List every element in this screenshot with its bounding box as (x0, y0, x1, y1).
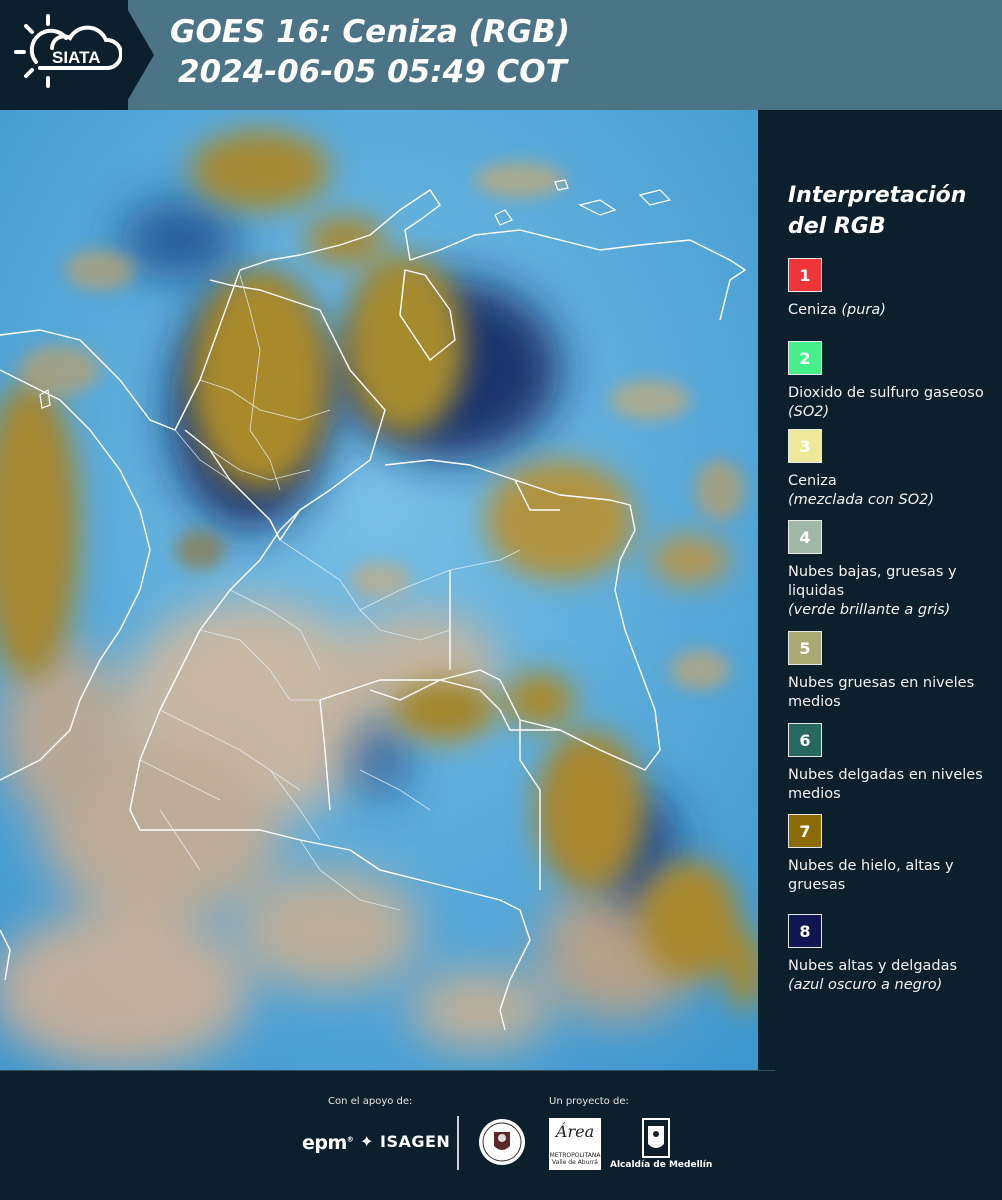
alcaldia-text: Alcaldía de Medellín (610, 1160, 713, 1170)
legend-swatch-4: 4 (788, 520, 822, 554)
legend-title: Interpretación del RGB (788, 183, 967, 239)
legend-label-5: Nubes gruesas en niveles medios (788, 674, 993, 712)
legend-item-7: 7 Nubes de hielo, altas y gruesas (788, 814, 993, 895)
footer-divider-line (0, 1070, 775, 1071)
legend-label-italic: (SO2) (788, 404, 830, 420)
alcaldia-shield-icon (642, 1118, 670, 1158)
footer-vertical-divider (457, 1116, 459, 1170)
legend-sublabel-4: (verde brillante a gris) (788, 602, 951, 618)
legend-label-text: Nubes delgadas en niveles medios (788, 767, 983, 802)
legend-swatch-5: 5 (788, 631, 822, 665)
isagen-star-icon: ✦ (360, 1132, 380, 1151)
footer: Con el apoyo de: Un proyecto de: epm® ✦ … (0, 1070, 1002, 1200)
legend-item-3: 3 Ceniza (mezclada con SO2) (788, 429, 993, 510)
legend-item-6: 6 Nubes delgadas en niveles medios (788, 723, 993, 804)
legend-swatch-7: 7 (788, 814, 822, 848)
legend-panel: Interpretación del RGB 1 Ceniza (pura) 2 Di… (758, 110, 1002, 1070)
legend-label-italic: (pura) (841, 302, 886, 318)
epm-logo: epm® (302, 1132, 354, 1154)
legend-label-text: Nubes bajas, gruesas y liquidas (788, 564, 957, 599)
legend-sublabel-8: (azul oscuro a negro) (788, 977, 943, 993)
legend-swatch-3: 3 (788, 429, 822, 463)
legend-sublabel-3: (mezclada con SO2) (788, 492, 935, 508)
header-bar: SIATA GOES 16: Ceniza (RGB) 2024-06-05 0… (0, 0, 1002, 110)
legend-swatch-2: 2 (788, 341, 822, 375)
legend-item-5: 5 Nubes gruesas en niveles medios (788, 631, 993, 712)
legend-label-text: Nubes gruesas en niveles medios (788, 675, 975, 710)
area-metropolitana-logo: Área METROPOLITANA Valle de Aburrá (549, 1118, 601, 1170)
legend-label-1: Ceniza (pura) (788, 301, 993, 320)
epm-logo-text: epm (302, 1132, 347, 1154)
legend-label-6: Nubes delgadas en niveles medios (788, 766, 993, 804)
legend-label-text: Nubes altas y delgadas (788, 958, 958, 974)
legend-swatch-1: 1 (788, 258, 822, 292)
legend-label-text: Dioxido de sulfuro gaseoso (788, 385, 984, 401)
page-title: GOES 16: Ceniza (RGB) (170, 14, 570, 50)
logo-chevron (122, 0, 154, 110)
satellite-map (0, 110, 758, 1070)
isagen-logo: ✦ ISAGEN (360, 1132, 450, 1151)
legend-label-3: Ceniza (788, 472, 993, 491)
legend-label-4: Nubes bajas, gruesas y liquidas (788, 563, 993, 601)
medellin-seal-icon (479, 1119, 525, 1165)
legend-item-1: 1 Ceniza (pura) (788, 258, 993, 320)
legend-item-2: 2 Dioxido de sulfuro gaseoso (SO2) (788, 341, 993, 422)
legend-label-text: Nubes de hielo, altas y gruesas (788, 858, 954, 893)
legend-label-8: Nubes altas y delgadas (788, 957, 993, 976)
legend-label-text: Ceniza (788, 302, 837, 318)
logo-box: SIATA (0, 0, 128, 110)
project-label: Un proyecto de: (549, 1096, 629, 1107)
legend-item-4: 4 Nubes bajas, gruesas y liquidas (verde b… (788, 520, 993, 620)
legend-swatch-8: 8 (788, 914, 822, 948)
legend-label-7: Nubes de hielo, altas y gruesas (788, 857, 993, 895)
area-logo-name: Área (555, 1122, 595, 1141)
isagen-logo-text: ISAGEN (379, 1132, 451, 1151)
legend-item-8: 8 Nubes altas y delgadas (azul oscuro a ne… (788, 914, 993, 995)
support-label: Con el apoyo de: (328, 1096, 413, 1107)
page-timestamp: 2024-06-05 05:49 COT (178, 54, 567, 90)
area-logo-sub: METROPOLITANA Valle de Aburrá (549, 1152, 601, 1166)
legend-swatch-6: 6 (788, 723, 822, 757)
logo-text: SIATA (52, 48, 100, 67)
legend-label-2: Dioxido de sulfuro gaseoso (SO2) (788, 384, 993, 422)
siata-logo-icon: SIATA (14, 14, 124, 88)
legend-label-text: Ceniza (788, 473, 837, 489)
